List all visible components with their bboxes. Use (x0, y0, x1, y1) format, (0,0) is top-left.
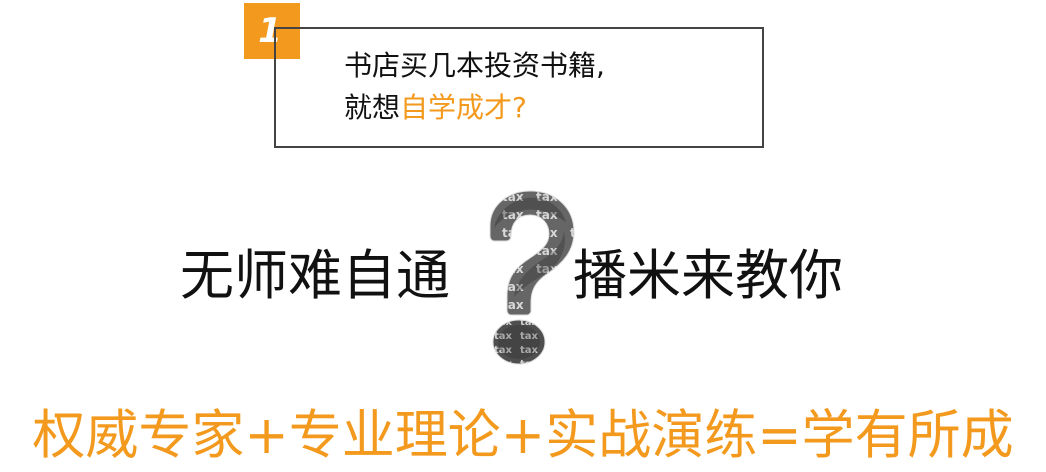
center-message: 无师难自通 tax tax 播米来教你 (0, 188, 1046, 368)
bottom-slogan: 权威专家+专业理论+实战演练=学有所成 (32, 405, 1014, 466)
callout-line-2-prefix: 就想 (344, 91, 401, 124)
callout-highlight: 自学成才 (400, 91, 513, 124)
question-mark-icon: tax tax (489, 190, 575, 365)
right-message: 播米来教你 (573, 244, 843, 307)
callout-line-2: 就想自学成才? (344, 87, 605, 129)
callout-line-1: 书店买几本投资书籍, (344, 49, 605, 82)
callout-text: 书店买几本投资书籍, 就想自学成才? (344, 45, 605, 129)
callout-line-2-suffix: ? (512, 91, 527, 124)
callout-box: 书店买几本投资书籍, 就想自学成才? (274, 27, 764, 148)
left-message: 无师难自通 (180, 244, 450, 307)
